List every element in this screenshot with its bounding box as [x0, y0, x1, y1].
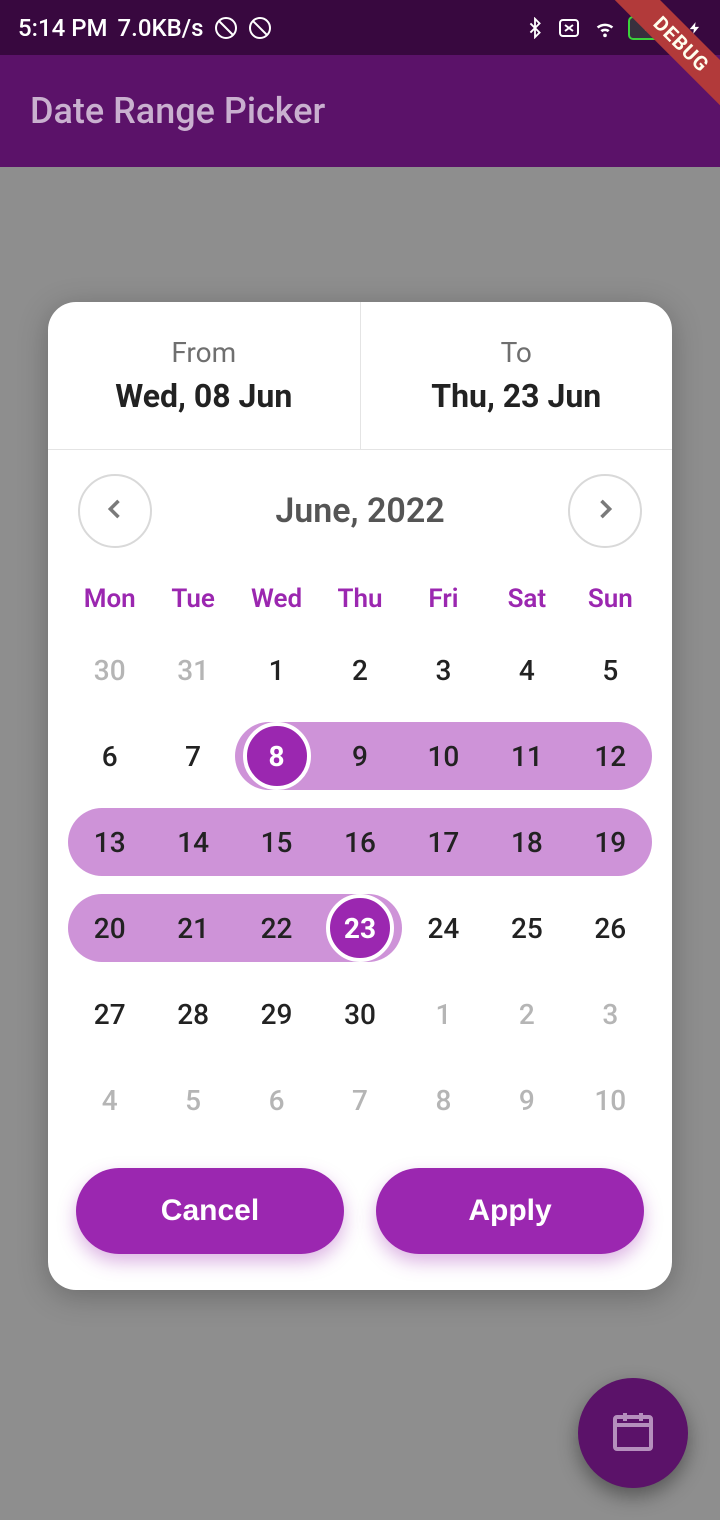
calendar-week: 303112345 [68, 636, 652, 704]
calendar-day[interactable]: 11 [485, 722, 568, 790]
calendar-week: 45678910 [68, 1066, 652, 1134]
calendar-day[interactable]: 10 [402, 722, 485, 790]
calendar-icon [609, 1407, 657, 1459]
calendar-week: 6789101112 [68, 722, 652, 790]
calendar-day[interactable]: 23 [318, 894, 401, 962]
dow-row: MonTueWedThuFriSatSun [68, 574, 652, 624]
calendar-day[interactable]: 30 [68, 636, 151, 704]
calendar-day[interactable]: 4 [485, 636, 568, 704]
calendar-day[interactable]: 21 [151, 894, 234, 962]
calendar-week: 20212223242526 [68, 894, 652, 962]
calendar-day[interactable]: 12 [569, 722, 652, 790]
from-label: From [171, 336, 236, 369]
calendar-day[interactable]: 6 [68, 722, 151, 790]
app-bar: Date Range Picker [0, 55, 720, 167]
to-cell[interactable]: To Thu, 23 Jun [361, 302, 673, 449]
calendar-day[interactable]: 25 [485, 894, 568, 962]
vibrate-icon [556, 17, 582, 39]
calendar-day[interactable]: 27 [68, 980, 151, 1048]
calendar-week: 13141516171819 [68, 808, 652, 876]
calendar-day[interactable]: 26 [569, 894, 652, 962]
calendar-day[interactable]: 5 [569, 636, 652, 704]
calendar-day[interactable]: 13 [68, 808, 151, 876]
range-header: From Wed, 08 Jun To Thu, 23 Jun [48, 302, 672, 450]
calendar-day[interactable]: 9 [318, 722, 401, 790]
calendar-day[interactable]: 16 [318, 808, 401, 876]
calendar-day[interactable]: 2 [318, 636, 401, 704]
calendar-fab[interactable] [578, 1378, 688, 1488]
calendar-day[interactable]: 15 [235, 808, 318, 876]
battery-icon: 100 [628, 16, 678, 40]
bolt-icon [688, 17, 702, 39]
month-title: June, 2022 [275, 491, 444, 531]
dow-label: Fri [402, 574, 485, 624]
calendar-day[interactable]: 7 [151, 722, 234, 790]
date-range-dialog: From Wed, 08 Jun To Thu, 23 Jun June, 20… [48, 302, 672, 1290]
dow-label: Tue [151, 574, 234, 624]
to-label: To [501, 336, 532, 369]
calendar-grid: 3031123456789101112131415161718192021222… [68, 636, 652, 1134]
calendar-day[interactable]: 29 [235, 980, 318, 1048]
calendar-day[interactable]: 18 [485, 808, 568, 876]
calendar-day[interactable]: 17 [402, 808, 485, 876]
calendar-day[interactable]: 22 [235, 894, 318, 962]
dow-label: Sun [569, 574, 652, 624]
calendar-day[interactable]: 3 [569, 980, 652, 1048]
dow-label: Thu [318, 574, 401, 624]
calendar-day[interactable]: 6 [235, 1066, 318, 1134]
dnd-icon [214, 16, 238, 40]
calendar-day[interactable]: 31 [151, 636, 234, 704]
dnd-icon-2 [248, 16, 272, 40]
status-bar: 5:14 PM 7.0KB/s 100 [0, 0, 720, 55]
calendar-day[interactable]: 8 [402, 1066, 485, 1134]
prev-month-button[interactable] [78, 474, 152, 548]
calendar-day[interactable]: 9 [485, 1066, 568, 1134]
calendar-day[interactable]: 1 [402, 980, 485, 1048]
calendar-day[interactable]: 1 [235, 636, 318, 704]
calendar-week: 27282930123 [68, 980, 652, 1048]
chevron-left-icon [101, 495, 129, 527]
apply-button[interactable]: Apply [376, 1168, 644, 1254]
dow-label: Sat [485, 574, 568, 624]
calendar-day[interactable]: 24 [402, 894, 485, 962]
dow-label: Wed [235, 574, 318, 624]
calendar-day[interactable]: 4 [68, 1066, 151, 1134]
status-net-speed: 7.0KB/s [118, 14, 204, 42]
calendar-day[interactable]: 8 [235, 722, 318, 790]
to-value: Thu, 23 Jun [431, 377, 601, 415]
dow-label: Mon [68, 574, 151, 624]
calendar-day[interactable]: 7 [318, 1066, 401, 1134]
wifi-icon [592, 17, 618, 39]
calendar-day[interactable]: 30 [318, 980, 401, 1048]
from-value: Wed, 08 Jun [115, 377, 292, 415]
calendar-day[interactable]: 19 [569, 808, 652, 876]
from-cell[interactable]: From Wed, 08 Jun [48, 302, 361, 449]
chevron-right-icon [591, 495, 619, 527]
calendar-day[interactable]: 2 [485, 980, 568, 1048]
calendar-day[interactable]: 14 [151, 808, 234, 876]
calendar-day[interactable]: 10 [569, 1066, 652, 1134]
calendar-day[interactable]: 5 [151, 1066, 234, 1134]
status-time: 5:14 PM [18, 14, 108, 42]
cancel-button[interactable]: Cancel [76, 1168, 344, 1254]
calendar-day[interactable]: 20 [68, 894, 151, 962]
calendar-day[interactable]: 28 [151, 980, 234, 1048]
calendar-day[interactable]: 3 [402, 636, 485, 704]
next-month-button[interactable] [568, 474, 642, 548]
bluetooth-icon [524, 17, 546, 39]
app-title: Date Range Picker [30, 90, 325, 132]
